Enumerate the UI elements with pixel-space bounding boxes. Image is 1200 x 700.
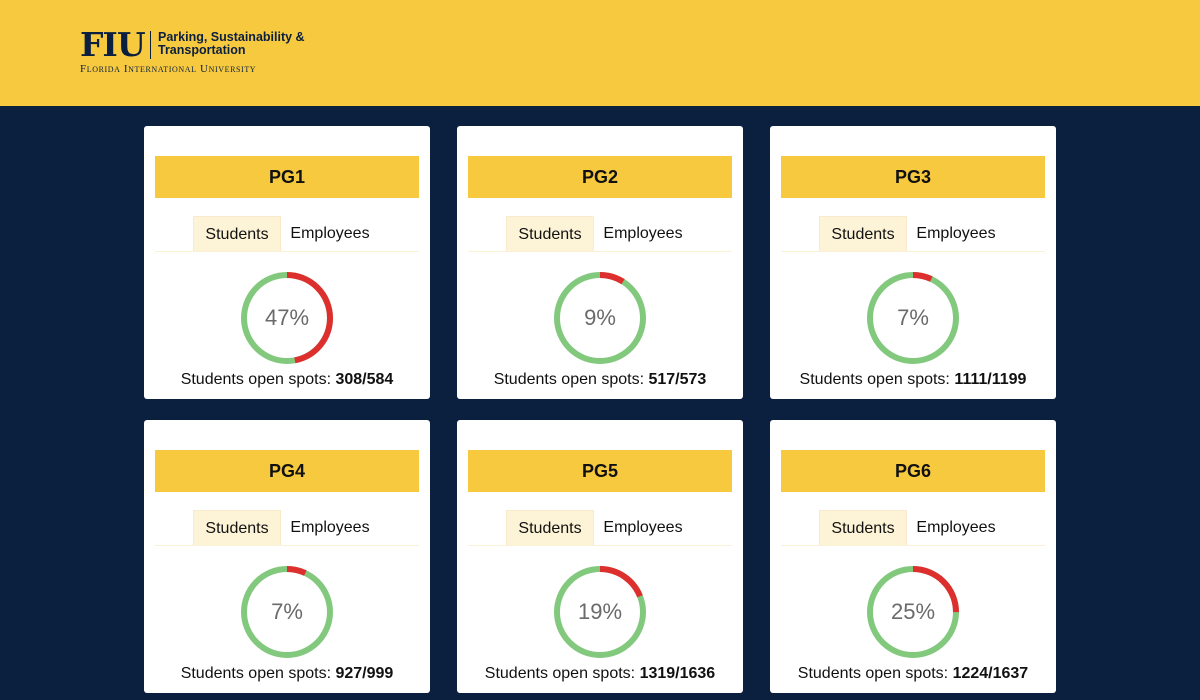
occupancy-gauge: 19% [551, 563, 649, 661]
occupancy-gauge: 7% [864, 269, 962, 367]
open-spots-text: Students open spots: 1111/1199 [770, 370, 1056, 390]
tab-students[interactable]: Students [193, 510, 281, 545]
occupancy-gauge: 9% [551, 269, 649, 367]
open-spots-label: Students open spots: [180, 371, 332, 388]
garage-card-pg5: PG5 Students Employees 19% Students open… [457, 420, 743, 693]
garage-card-pg6: PG6 Students Employees 25% Students open… [770, 420, 1056, 693]
tab-students[interactable]: Students [506, 510, 594, 545]
open-spots-text: Students open spots: 1319/1636 [457, 664, 743, 684]
open-spots-text: Students open spots: 927/999 [144, 664, 430, 684]
open-spots-text: Students open spots: 1224/1637 [770, 664, 1056, 684]
tab-students[interactable]: Students [819, 510, 907, 545]
open-spots-text: Students open spots: 517/573 [457, 370, 743, 390]
occupancy-gauge: 47% [238, 269, 336, 367]
occupancy-percent: 7% [271, 599, 303, 624]
occupancy-percent: 19% [577, 599, 623, 624]
garage-tabs: Students Employees [155, 510, 419, 546]
open-spots-label: Students open spots: [799, 371, 950, 388]
garage-tabs: Students Employees [468, 510, 732, 546]
tab-employees[interactable]: Employees [911, 216, 1001, 251]
open-spots-value: 1319/1636 [639, 665, 716, 682]
open-spots-value: 308/584 [335, 371, 394, 388]
tab-students[interactable]: Students [819, 216, 907, 251]
occupancy-percent: 47% [264, 305, 310, 330]
open-spots-label: Students open spots: [484, 665, 636, 682]
garage-title: PG5 [468, 450, 732, 492]
open-spots-label: Students open spots: [493, 371, 645, 388]
garage-card-pg2: PG2 Students Employees 9% Students open … [457, 126, 743, 399]
fiu-logo[interactable]: FIU Parking, Sustainability & Transporta… [80, 25, 310, 77]
tab-employees[interactable]: Employees [598, 216, 688, 251]
occupancy-gauge: 25% [864, 563, 962, 661]
tab-students[interactable]: Students [193, 216, 281, 251]
garage-tabs: Students Employees [468, 216, 732, 252]
garage-title: PG3 [781, 156, 1045, 198]
occupancy-gauge: 7% [238, 563, 336, 661]
garage-tabs: Students Employees [781, 510, 1045, 546]
garage-card-pg1: PG1 Students Employees 47% Students open… [144, 126, 430, 399]
occupancy-percent: 9% [584, 305, 616, 330]
open-spots-value: 1111/1199 [954, 371, 1027, 388]
garage-title: PG6 [781, 450, 1045, 492]
tab-employees[interactable]: Employees [598, 510, 688, 545]
logo-university: Florida International University [80, 63, 257, 75]
garage-tabs: Students Employees [155, 216, 419, 252]
garage-grid: PG1 Students Employees 47% Students open… [144, 126, 1056, 693]
logo-mark: FIU [80, 25, 146, 64]
tab-students[interactable]: Students [506, 216, 594, 251]
open-spots-label: Students open spots: [180, 665, 332, 682]
logo-divider [150, 31, 151, 59]
occupancy-percent: 7% [897, 305, 929, 330]
tab-employees[interactable]: Employees [285, 510, 375, 545]
garage-tabs: Students Employees [781, 216, 1045, 252]
garage-card-pg3: PG3 Students Employees 7% Students open … [770, 126, 1056, 399]
occupancy-percent: 25% [890, 599, 936, 624]
garage-title: PG2 [468, 156, 732, 198]
garage-title: PG4 [155, 450, 419, 492]
open-spots-text: Students open spots: 308/584 [144, 370, 430, 390]
open-spots-label: Students open spots: [797, 665, 949, 682]
open-spots-value: 1224/1637 [952, 665, 1029, 682]
header-bar: FIU Parking, Sustainability & Transporta… [0, 0, 1200, 106]
garage-title: PG1 [155, 156, 419, 198]
open-spots-value: 927/999 [335, 665, 394, 682]
tab-employees[interactable]: Employees [285, 216, 375, 251]
tab-employees[interactable]: Employees [911, 510, 1001, 545]
open-spots-value: 517/573 [648, 371, 707, 388]
garage-card-pg4: PG4 Students Employees 7% Students open … [144, 420, 430, 693]
logo-department: Parking, Sustainability & Transportation [158, 30, 305, 57]
